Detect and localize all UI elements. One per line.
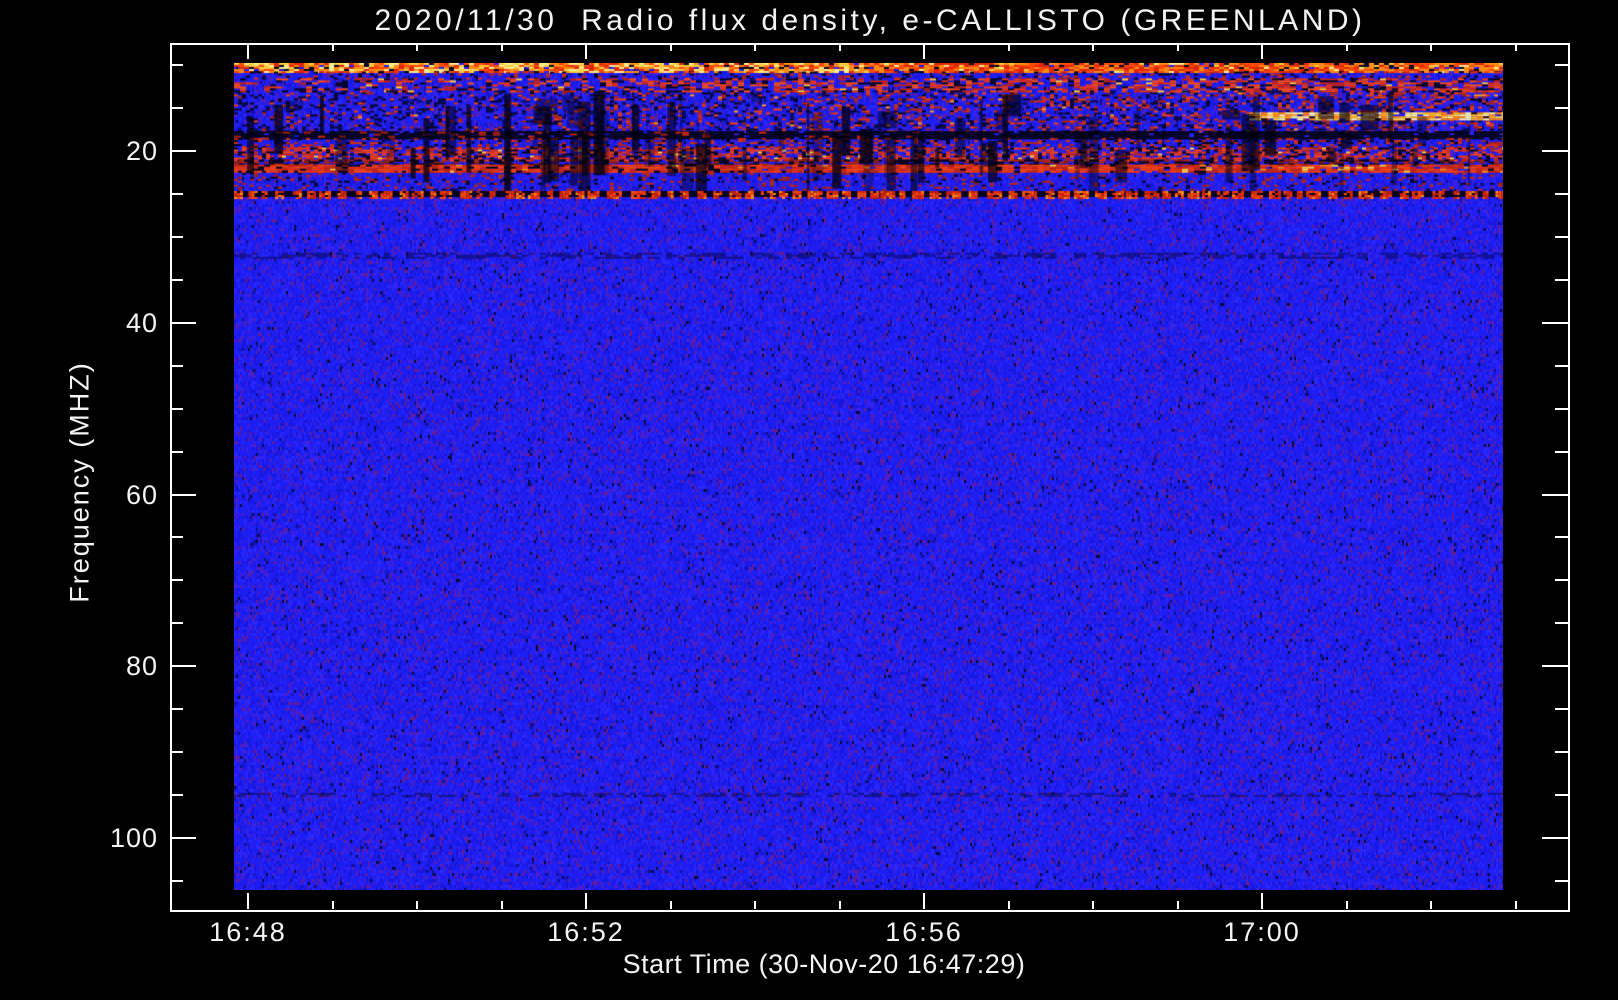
y-axis-minor-tick xyxy=(170,192,183,195)
y-axis-major-tick xyxy=(170,837,196,839)
x-axis-major-tick-top xyxy=(923,43,925,59)
x-axis-major-tick-top xyxy=(585,43,587,59)
y-axis-title: Frequency (MHZ) xyxy=(64,361,95,603)
x-axis-tick-label: 16:56 xyxy=(885,917,963,947)
x-axis-minor-tick-top xyxy=(1430,43,1432,51)
x-axis-minor-tick-top xyxy=(416,43,418,51)
x-axis-minor-tick-top xyxy=(1345,43,1348,51)
y-axis-tick-label: 100 xyxy=(109,823,158,853)
y-axis-minor-tick-right xyxy=(1555,579,1568,582)
x-axis-minor-tick-top xyxy=(500,43,503,51)
y-axis-minor-tick-right xyxy=(1555,879,1568,882)
y-axis-major-tick-right xyxy=(1542,150,1568,152)
y-axis-major-tick xyxy=(170,493,196,496)
y-axis-minor-tick-right xyxy=(1555,364,1568,367)
y-axis-minor-tick xyxy=(170,579,183,582)
x-axis-minor-tick xyxy=(1092,901,1094,909)
x-axis-minor-tick xyxy=(754,901,756,909)
y-axis-minor-tick-right xyxy=(1555,751,1568,754)
x-axis-major-tick xyxy=(1261,893,1263,909)
y-axis-minor-tick-right xyxy=(1555,278,1568,281)
y-axis-major-tick-right xyxy=(1542,837,1568,839)
axis-ticks-layer: 16:48 16:52 16:56 17:00 20 40 60 80 100 xyxy=(0,0,1618,1000)
x-axis-minor-tick xyxy=(500,901,503,909)
y-axis-major-tick-right xyxy=(1542,665,1568,668)
y-axis-minor-tick-right xyxy=(1555,64,1568,67)
x-axis-minor-tick xyxy=(669,901,672,909)
x-axis-minor-tick xyxy=(331,901,334,909)
y-axis-minor-tick xyxy=(170,407,183,410)
y-axis-minor-tick xyxy=(170,708,183,711)
y-axis-minor-tick-right xyxy=(1555,622,1568,625)
y-axis-minor-tick-right xyxy=(1555,192,1568,195)
x-axis-minor-tick-top xyxy=(754,43,756,51)
y-axis-minor-tick xyxy=(170,235,183,238)
y-axis-minor-tick xyxy=(170,107,183,110)
y-axis-tick-label: 20 xyxy=(125,136,158,166)
y-axis-minor-tick xyxy=(170,64,183,67)
x-axis-minor-tick-top xyxy=(1007,43,1010,51)
y-axis-minor-tick xyxy=(170,278,183,281)
y-axis-minor-tick xyxy=(170,364,183,367)
y-axis-major-tick xyxy=(170,665,196,668)
x-axis-tick-label: 16:48 xyxy=(209,917,287,947)
x-axis-major-tick-top xyxy=(1261,43,1263,59)
y-axis-minor-tick-right xyxy=(1555,235,1568,238)
y-axis-minor-tick xyxy=(170,794,183,797)
y-axis-major-tick xyxy=(170,150,196,152)
y-axis-major-tick-right xyxy=(1542,493,1568,496)
y-axis-minor-tick xyxy=(170,622,183,625)
x-axis-minor-tick-top xyxy=(331,43,334,51)
x-axis-minor-tick-top xyxy=(838,43,841,51)
y-axis-minor-tick xyxy=(170,450,183,453)
x-axis-minor-tick xyxy=(416,901,418,909)
x-axis-major-tick-top xyxy=(247,43,249,59)
x-axis-tick-label: 17:00 xyxy=(1223,917,1301,947)
x-axis-major-tick xyxy=(247,893,249,909)
y-axis-minor-tick-right xyxy=(1555,407,1568,410)
x-axis-minor-tick xyxy=(1345,901,1348,909)
y-axis-minor-tick xyxy=(170,751,183,754)
y-axis-major-tick xyxy=(170,321,196,324)
y-axis-minor-tick-right xyxy=(1555,794,1568,797)
y-axis-minor-tick xyxy=(170,536,183,539)
x-axis-minor-tick-top xyxy=(1514,43,1517,51)
y-axis-minor-tick-right xyxy=(1555,536,1568,539)
x-axis-minor-tick xyxy=(1514,901,1517,909)
y-axis-minor-tick-right xyxy=(1555,107,1568,110)
x-axis-minor-tick xyxy=(1007,901,1010,909)
x-axis-minor-tick-top xyxy=(669,43,672,51)
x-axis-minor-tick xyxy=(838,901,841,909)
x-axis-minor-tick xyxy=(1430,901,1432,909)
y-axis-minor-tick xyxy=(170,879,183,882)
x-axis-title: Start Time (30-Nov-20 16:47:29) xyxy=(622,949,1026,979)
x-axis-minor-tick-top xyxy=(1092,43,1094,51)
x-axis-minor-tick xyxy=(1176,901,1179,909)
y-axis-tick-label: 80 xyxy=(125,651,158,682)
x-axis-major-tick xyxy=(585,893,587,909)
spectrogram-page: 2020/11/30 Radio flux density, e-CALLIST… xyxy=(0,0,1618,1000)
y-axis-minor-tick-right xyxy=(1555,708,1568,711)
x-axis-minor-tick-top xyxy=(1176,43,1179,51)
x-axis-major-tick xyxy=(923,893,925,909)
x-axis-tick-label: 16:52 xyxy=(547,917,625,947)
y-axis-tick-label: 40 xyxy=(125,307,158,338)
y-axis-major-tick-right xyxy=(1542,321,1568,324)
y-axis-minor-tick-right xyxy=(1555,450,1568,453)
